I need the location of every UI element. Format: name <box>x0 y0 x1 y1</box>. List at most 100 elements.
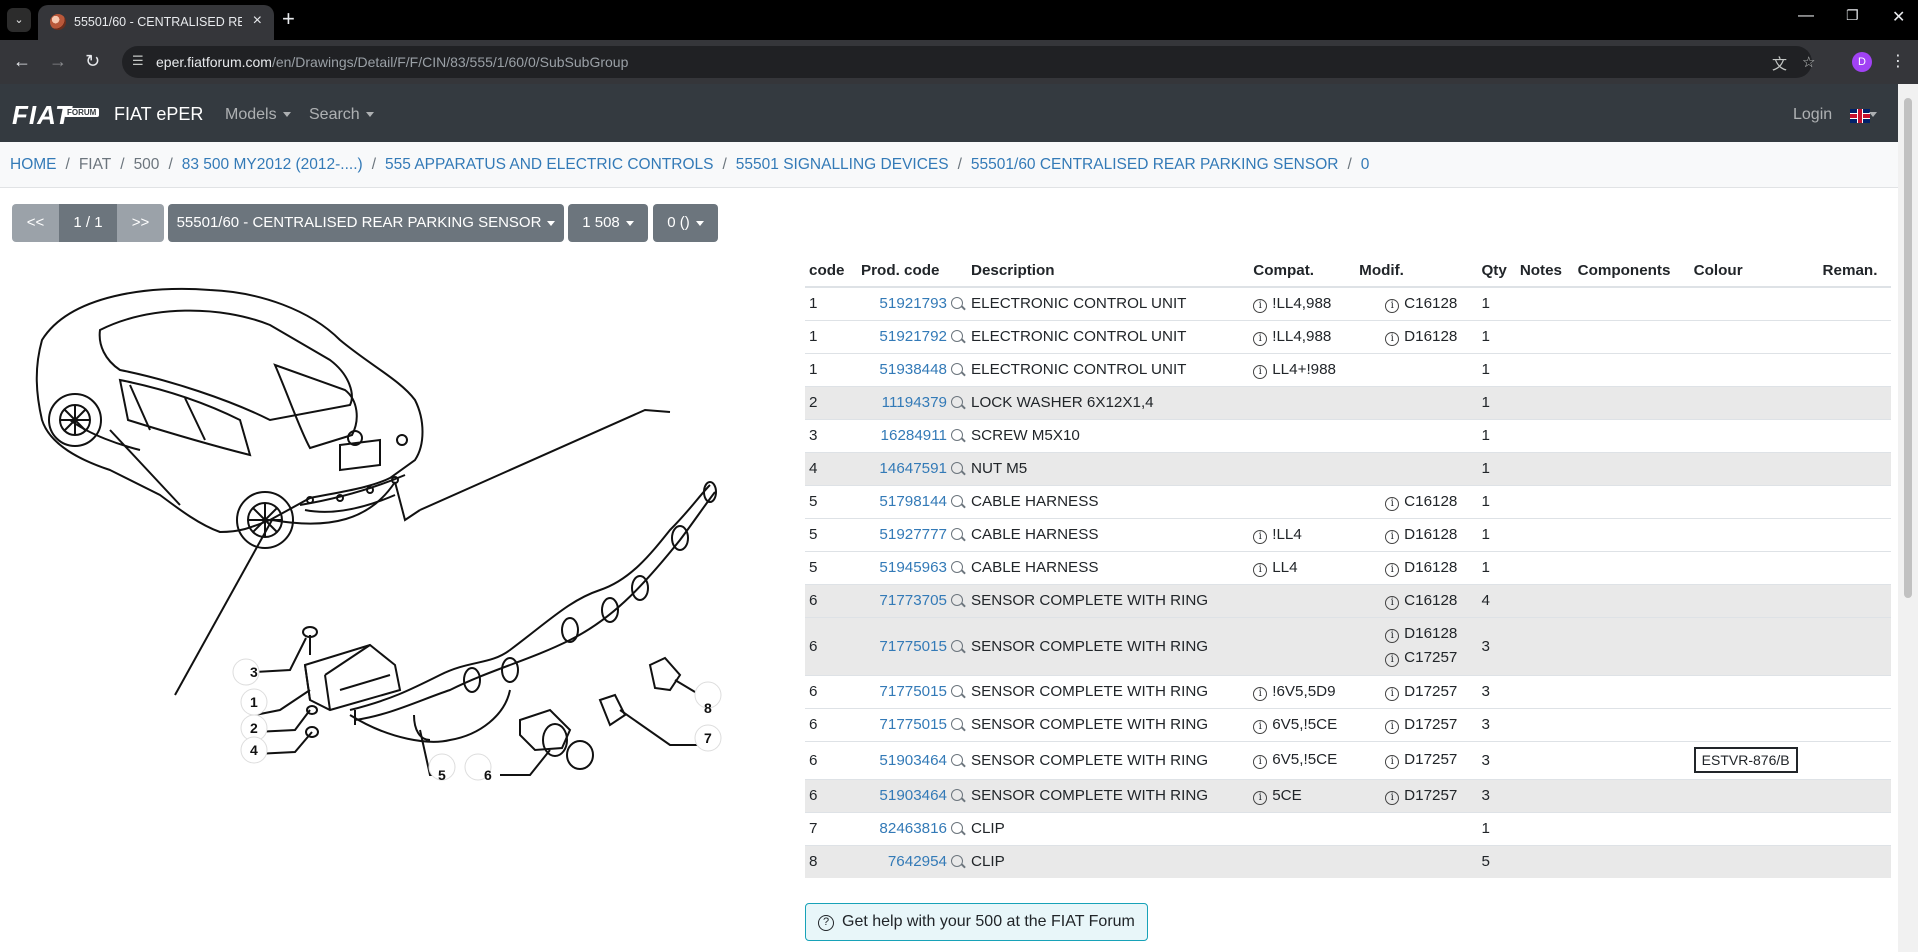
back-icon[interactable]: ← <box>13 51 31 72</box>
drawing-select[interactable]: 55501/60 - CENTRALISED REAR PARKING SENS… <box>168 204 564 242</box>
info-icon[interactable]: i <box>1385 755 1400 769</box>
breadcrumb-home[interactable]: HOME <box>10 156 57 173</box>
header-modif[interactable]: Modif. <box>1355 254 1478 288</box>
search-icon[interactable] <box>951 561 963 573</box>
forum-help-button[interactable]: ? Get help with your 500 at the FIAT Foru… <box>805 903 1148 941</box>
prod-code-link[interactable]: 51938448 <box>879 361 947 378</box>
window-close-icon[interactable]: ✕ <box>1892 7 1905 27</box>
search-icon[interactable] <box>951 363 963 375</box>
info-icon[interactable]: i <box>1385 595 1400 610</box>
minimize-icon[interactable]: — <box>1798 7 1814 25</box>
browser-tab[interactable]: 55501/60 - CENTRALISED REAR PARKING SENS… <box>38 5 274 40</box>
search-icon[interactable] <box>951 685 963 697</box>
search-icon[interactable] <box>951 462 963 474</box>
search-icon[interactable] <box>951 495 963 507</box>
breadcrumb-model[interactable]: 83 500 MY2012 (2012-....) <box>182 156 363 173</box>
header-code[interactable]: code <box>805 254 857 288</box>
search-icon[interactable] <box>951 753 963 766</box>
address-bar[interactable]: ☰ eper.fiatforum.com/en/Drawings/Detail/… <box>122 46 1815 78</box>
header-components[interactable]: Components <box>1573 254 1690 288</box>
prod-code-link[interactable]: 71775015 <box>879 716 947 733</box>
search-icon[interactable] <box>951 855 963 868</box>
breadcrumb-variant[interactable]: 0 <box>1361 156 1370 173</box>
bookmark-star-icon[interactable]: ☆ <box>1802 53 1815 71</box>
search-icon[interactable] <box>951 330 963 342</box>
info-icon[interactable]: i <box>1253 298 1268 313</box>
search-icon[interactable] <box>951 429 963 441</box>
tab-search-button[interactable]: ⌄ <box>7 8 31 32</box>
header-qty[interactable]: Qty <box>1477 254 1516 288</box>
prev-drawing-button[interactable]: << <box>12 204 59 242</box>
info-icon[interactable]: i <box>1385 496 1400 511</box>
info-icon[interactable]: i <box>1253 331 1268 346</box>
header-compat[interactable]: Compat. <box>1249 254 1356 288</box>
header-colour[interactable]: Colour <box>1689 254 1819 288</box>
search-icon[interactable] <box>951 639 963 652</box>
prod-code-link[interactable]: 11194379 <box>882 394 947 411</box>
info-icon[interactable]: i <box>1253 364 1268 379</box>
info-icon[interactable]: i <box>1385 686 1400 701</box>
info-icon[interactable]: i <box>1385 790 1400 805</box>
info-icon[interactable]: i <box>1385 298 1400 313</box>
profile-avatar[interactable]: D <box>1852 52 1872 72</box>
prod-code-link[interactable]: 14647591 <box>879 460 947 477</box>
prod-code-link[interactable]: 51927777 <box>879 526 947 543</box>
prod-code-link[interactable]: 51903464 <box>879 787 947 804</box>
info-icon[interactable]: i <box>1253 790 1268 805</box>
search-icon[interactable] <box>951 789 963 801</box>
forward-icon[interactable]: → <box>49 51 67 72</box>
info-icon[interactable]: i <box>1253 529 1268 544</box>
header-reman[interactable]: Reman. <box>1818 254 1891 288</box>
breadcrumb-subgroup[interactable]: 55501 SIGNALLING DEVICES <box>736 156 949 173</box>
prod-code-link[interactable]: 7642954 <box>888 853 947 870</box>
colour-code[interactable]: ESTVR-876/B <box>1693 747 1798 773</box>
search-icon[interactable] <box>951 718 963 730</box>
search-icon[interactable] <box>951 528 963 540</box>
header-prod-code[interactable]: Prod. code <box>857 254 967 288</box>
prod-code-link[interactable]: 51945963 <box>879 559 947 576</box>
prod-code-link[interactable]: 71775015 <box>879 683 947 700</box>
url-text[interactable]: eper.fiatforum.com/en/Drawings/Detail/F/… <box>156 54 628 70</box>
search-icon[interactable] <box>951 822 963 834</box>
translate-icon[interactable]: 文 <box>1772 53 1787 74</box>
models-menu[interactable]: Models <box>225 106 291 124</box>
info-icon[interactable]: i <box>1385 529 1400 544</box>
breadcrumb-drawing[interactable]: 55501/60 CENTRALISED REAR PARKING SENSOR <box>971 156 1339 173</box>
tab-close-icon[interactable]: × <box>253 12 262 30</box>
info-icon[interactable]: i <box>1253 755 1268 769</box>
variant-select[interactable]: 0 () <box>653 204 718 242</box>
login-link[interactable]: Login <box>1793 106 1832 124</box>
info-icon[interactable]: i <box>1385 653 1400 667</box>
prod-code-link[interactable]: 51903464 <box>879 752 947 769</box>
new-tab-icon[interactable]: + <box>282 6 295 32</box>
info-icon[interactable]: i <box>1385 562 1400 577</box>
restore-icon[interactable]: ❐ <box>1846 7 1859 24</box>
fiat-forum-logo[interactable]: FIAT FORUM <box>12 100 100 131</box>
info-icon[interactable]: i <box>1385 719 1400 734</box>
prod-code-link[interactable]: 71773705 <box>879 592 947 609</box>
header-description[interactable]: Description <box>967 254 1250 288</box>
browser-menu-icon[interactable]: ⋮ <box>1890 51 1906 71</box>
info-icon[interactable]: i <box>1253 562 1268 577</box>
search-icon[interactable] <box>951 297 963 310</box>
uk-flag-icon[interactable] <box>1850 109 1870 123</box>
breadcrumb-group[interactable]: 555 APPARATUS AND ELECTRIC CONTROLS <box>385 156 713 173</box>
header-notes[interactable]: Notes <box>1515 254 1574 288</box>
site-info-icon[interactable]: ☰ <box>132 53 144 69</box>
model-select[interactable]: 1 508 <box>568 204 648 242</box>
page-scrollbar[interactable] <box>1898 84 1918 952</box>
scrollbar-thumb[interactable] <box>1904 98 1912 598</box>
prod-code-link[interactable]: 16284911 <box>881 427 947 444</box>
prod-code-link[interactable]: 71775015 <box>879 638 947 655</box>
prod-code-link[interactable]: 51921793 <box>879 295 947 312</box>
info-icon[interactable]: i <box>1253 719 1268 734</box>
info-icon[interactable]: i <box>1253 686 1268 701</box>
prod-code-link[interactable]: 51921792 <box>879 328 947 345</box>
prod-code-link[interactable]: 82463816 <box>879 820 947 837</box>
reload-icon[interactable]: ↻ <box>85 51 100 72</box>
brand-link[interactable]: FIAT ePER <box>114 104 203 125</box>
info-icon[interactable]: i <box>1385 331 1400 346</box>
info-icon[interactable]: i <box>1385 629 1400 643</box>
search-menu[interactable]: Search <box>309 106 374 124</box>
search-icon[interactable] <box>951 396 963 408</box>
